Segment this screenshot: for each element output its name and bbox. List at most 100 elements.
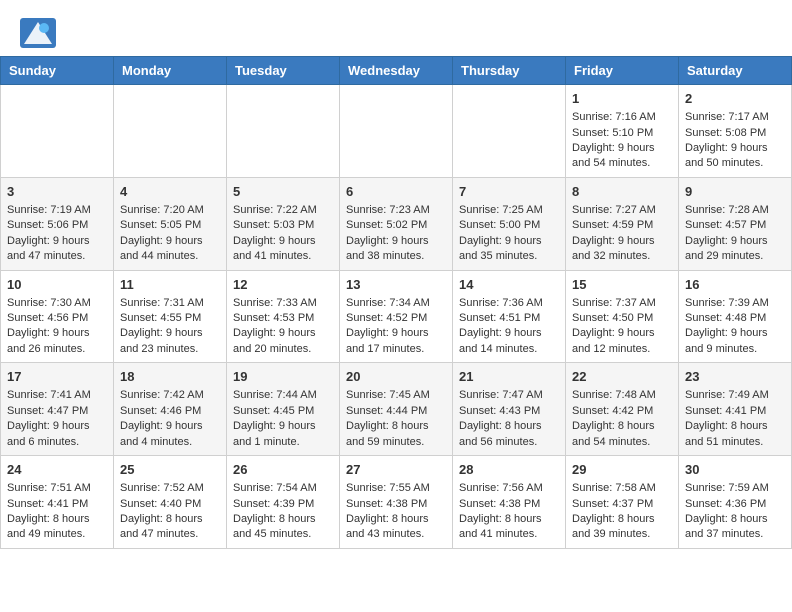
day-number: 21 (459, 368, 559, 386)
day-header-thursday: Thursday (453, 57, 566, 85)
day-info: Sunrise: 7:23 AM Sunset: 5:02 PM Dayligh… (346, 203, 446, 265)
day-info: Sunrise: 7:45 AM Sunset: 4:44 PM Dayligh… (346, 388, 446, 450)
day-info: Sunrise: 7:55 AM Sunset: 4:38 PM Dayligh… (346, 481, 446, 543)
calendar-cell: 3 Sunrise: 7:19 AM Sunset: 5:06 PM Daylig… (1, 177, 114, 270)
day-info: Sunrise: 7:49 AM Sunset: 4:41 PM Dayligh… (685, 388, 785, 450)
calendar-cell: 13 Sunrise: 7:34 AM Sunset: 4:52 PM Dayli… (340, 270, 453, 363)
day-info: Sunrise: 7:39 AM Sunset: 4:48 PM Dayligh… (685, 296, 785, 358)
calendar-cell: 8 Sunrise: 7:27 AM Sunset: 4:59 PM Daylig… (566, 177, 679, 270)
day-info: Sunrise: 7:51 AM Sunset: 4:41 PM Dayligh… (7, 481, 107, 543)
calendar-cell: 26 Sunrise: 7:54 AM Sunset: 4:39 PM Dayli… (227, 456, 340, 549)
day-header-sunday: Sunday (1, 57, 114, 85)
day-number: 6 (346, 183, 446, 201)
calendar-cell: 10 Sunrise: 7:30 AM Sunset: 4:56 PM Dayli… (1, 270, 114, 363)
day-number: 19 (233, 368, 333, 386)
day-number: 9 (685, 183, 785, 201)
day-number: 29 (572, 461, 672, 479)
day-header-monday: Monday (114, 57, 227, 85)
calendar-cell: 12 Sunrise: 7:33 AM Sunset: 4:53 PM Dayli… (227, 270, 340, 363)
day-number: 23 (685, 368, 785, 386)
calendar-cell (114, 85, 227, 178)
day-number: 25 (120, 461, 220, 479)
calendar-cell: 23 Sunrise: 7:49 AM Sunset: 4:41 PM Dayli… (679, 363, 792, 456)
day-info: Sunrise: 7:34 AM Sunset: 4:52 PM Dayligh… (346, 296, 446, 358)
day-number: 27 (346, 461, 446, 479)
calendar-cell (453, 85, 566, 178)
calendar-cell: 4 Sunrise: 7:20 AM Sunset: 5:05 PM Daylig… (114, 177, 227, 270)
day-info: Sunrise: 7:47 AM Sunset: 4:43 PM Dayligh… (459, 388, 559, 450)
day-info: Sunrise: 7:33 AM Sunset: 4:53 PM Dayligh… (233, 296, 333, 358)
day-info: Sunrise: 7:25 AM Sunset: 5:00 PM Dayligh… (459, 203, 559, 265)
day-header-wednesday: Wednesday (340, 57, 453, 85)
calendar-cell: 27 Sunrise: 7:55 AM Sunset: 4:38 PM Dayli… (340, 456, 453, 549)
day-number: 5 (233, 183, 333, 201)
calendar-cell: 15Sunrise: 7:37 AM Sunset: 4:50 PM Dayli… (566, 270, 679, 363)
day-info: Sunrise: 7:27 AM Sunset: 4:59 PM Dayligh… (572, 203, 672, 265)
day-number: 26 (233, 461, 333, 479)
calendar-cell: 2 Sunrise: 7:17 AM Sunset: 5:08 PM Daylig… (679, 85, 792, 178)
day-info: Sunrise: 7:17 AM Sunset: 5:08 PM Dayligh… (685, 110, 785, 172)
day-number: 20 (346, 368, 446, 386)
day-number: 10 (7, 276, 107, 294)
calendar-cell: 19 Sunrise: 7:44 AM Sunset: 4:45 PM Dayli… (227, 363, 340, 456)
calendar-cell (340, 85, 453, 178)
day-info: Sunrise: 7:58 AM Sunset: 4:37 PM Dayligh… (572, 481, 672, 543)
week-row-3: 10 Sunrise: 7:30 AM Sunset: 4:56 PM Dayli… (1, 270, 792, 363)
day-number: 22 (572, 368, 672, 386)
calendar-cell: 20 Sunrise: 7:45 AM Sunset: 4:44 PM Dayli… (340, 363, 453, 456)
calendar-cell: 1Sunrise: 7:16 AM Sunset: 5:10 PM Daylig… (566, 85, 679, 178)
calendar-cell: 11 Sunrise: 7:31 AM Sunset: 4:55 PM Dayli… (114, 270, 227, 363)
calendar-table: SundayMondayTuesdayWednesdayThursdayFrid… (0, 56, 792, 549)
calendar-cell (227, 85, 340, 178)
day-info: Sunrise: 7:31 AM Sunset: 4:55 PM Dayligh… (120, 296, 220, 358)
day-number: 11 (120, 276, 220, 294)
day-info: Sunrise: 7:52 AM Sunset: 4:40 PM Dayligh… (120, 481, 220, 543)
day-number: 4 (120, 183, 220, 201)
day-header-saturday: Saturday (679, 57, 792, 85)
calendar-cell: 6 Sunrise: 7:23 AM Sunset: 5:02 PM Daylig… (340, 177, 453, 270)
calendar-cell: 28 Sunrise: 7:56 AM Sunset: 4:38 PM Dayli… (453, 456, 566, 549)
calendar-cell: 7 Sunrise: 7:25 AM Sunset: 5:00 PM Daylig… (453, 177, 566, 270)
day-info: Sunrise: 7:20 AM Sunset: 5:05 PM Dayligh… (120, 203, 220, 265)
day-number: 7 (459, 183, 559, 201)
calendar-cell: 30Sunrise: 7:59 AM Sunset: 4:36 PM Dayli… (679, 456, 792, 549)
logo-icon (20, 18, 56, 48)
day-number: 2 (685, 90, 785, 108)
day-info: Sunrise: 7:54 AM Sunset: 4:39 PM Dayligh… (233, 481, 333, 543)
day-info: Sunrise: 7:48 AM Sunset: 4:42 PM Dayligh… (572, 388, 672, 450)
calendar-cell: 5 Sunrise: 7:22 AM Sunset: 5:03 PM Daylig… (227, 177, 340, 270)
day-info: Sunrise: 7:44 AM Sunset: 4:45 PM Dayligh… (233, 388, 333, 450)
day-info: Sunrise: 7:19 AM Sunset: 5:06 PM Dayligh… (7, 203, 107, 265)
day-info: Sunrise: 7:41 AM Sunset: 4:47 PM Dayligh… (7, 388, 107, 450)
day-info: Sunrise: 7:30 AM Sunset: 4:56 PM Dayligh… (7, 296, 107, 358)
day-info: Sunrise: 7:56 AM Sunset: 4:38 PM Dayligh… (459, 481, 559, 543)
day-number: 16 (685, 276, 785, 294)
day-number: 13 (346, 276, 446, 294)
day-info: Sunrise: 7:59 AM Sunset: 4:36 PM Dayligh… (685, 481, 785, 543)
calendar-cell: 14Sunrise: 7:36 AM Sunset: 4:51 PM Dayli… (453, 270, 566, 363)
day-number: 3 (7, 183, 107, 201)
day-number: 8 (572, 183, 672, 201)
calendar-cell: 29 Sunrise: 7:58 AM Sunset: 4:37 PM Dayli… (566, 456, 679, 549)
week-row-5: 24 Sunrise: 7:51 AM Sunset: 4:41 PM Dayli… (1, 456, 792, 549)
day-number: 18 (120, 368, 220, 386)
day-info: Sunrise: 7:42 AM Sunset: 4:46 PM Dayligh… (120, 388, 220, 450)
day-number: 12 (233, 276, 333, 294)
week-row-2: 3 Sunrise: 7:19 AM Sunset: 5:06 PM Daylig… (1, 177, 792, 270)
day-number: 24 (7, 461, 107, 479)
day-info: Sunrise: 7:28 AM Sunset: 4:57 PM Dayligh… (685, 203, 785, 265)
day-number: 17 (7, 368, 107, 386)
week-row-1: 1Sunrise: 7:16 AM Sunset: 5:10 PM Daylig… (1, 85, 792, 178)
day-number: 28 (459, 461, 559, 479)
week-row-4: 17 Sunrise: 7:41 AM Sunset: 4:47 PM Dayli… (1, 363, 792, 456)
calendar-header-row: SundayMondayTuesdayWednesdayThursdayFrid… (1, 57, 792, 85)
day-header-tuesday: Tuesday (227, 57, 340, 85)
day-info: Sunrise: 7:22 AM Sunset: 5:03 PM Dayligh… (233, 203, 333, 265)
day-number: 14 (459, 276, 559, 294)
calendar-cell: 17 Sunrise: 7:41 AM Sunset: 4:47 PM Dayli… (1, 363, 114, 456)
calendar-cell: 16 Sunrise: 7:39 AM Sunset: 4:48 PM Dayli… (679, 270, 792, 363)
day-info: Sunrise: 7:37 AM Sunset: 4:50 PM Dayligh… (572, 296, 672, 358)
calendar-cell: 9 Sunrise: 7:28 AM Sunset: 4:57 PM Daylig… (679, 177, 792, 270)
calendar-cell: 21 Sunrise: 7:47 AM Sunset: 4:43 PM Dayli… (453, 363, 566, 456)
day-header-friday: Friday (566, 57, 679, 85)
